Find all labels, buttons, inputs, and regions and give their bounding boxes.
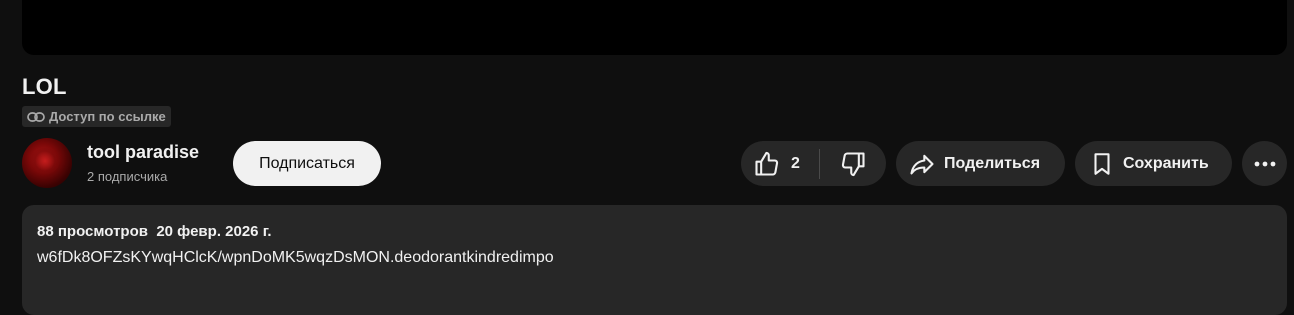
share-button[interactable]: Поделиться <box>896 141 1065 186</box>
subscriber-count: 2 подписчика <box>87 169 168 184</box>
dislike-button[interactable] <box>820 141 886 186</box>
share-icon <box>908 150 936 178</box>
like-dislike-group: 2 <box>741 141 886 186</box>
like-count: 2 <box>791 154 800 172</box>
share-label: Поделиться <box>944 154 1041 172</box>
description-box[interactable]: 88 просмотров 20 февр. 2026 г. w6fDk8OFZ… <box>22 205 1287 315</box>
save-label: Сохранить <box>1123 154 1209 172</box>
video-player[interactable] <box>22 0 1287 55</box>
thumbs-up-icon <box>753 150 781 178</box>
view-count: 88 просмотров <box>37 223 148 240</box>
channel-name[interactable]: tool paradise <box>87 141 199 163</box>
save-button[interactable]: Сохранить <box>1075 141 1232 186</box>
bookmark-icon <box>1089 150 1115 178</box>
subscribe-button[interactable]: Подписаться <box>233 141 381 186</box>
thumbs-down-icon <box>839 150 867 178</box>
video-meta: 88 просмотров 20 февр. 2026 г. <box>37 222 272 242</box>
like-button[interactable]: 2 <box>741 148 820 179</box>
video-title: LOL <box>22 74 67 99</box>
more-horizontal-icon <box>1254 161 1276 167</box>
access-label: Доступ по ссылке <box>49 109 166 124</box>
link-icon <box>27 111 45 123</box>
channel-avatar[interactable] <box>22 138 72 188</box>
more-actions-button[interactable] <box>1242 141 1287 186</box>
description-text: w6fDk8OFZsKYwqHClcK/wpnDoMK5wqzDsMON.deo… <box>37 249 554 266</box>
access-badge: Доступ по ссылке <box>22 106 171 127</box>
upload-date: 20 февр. 2026 г. <box>156 223 272 240</box>
